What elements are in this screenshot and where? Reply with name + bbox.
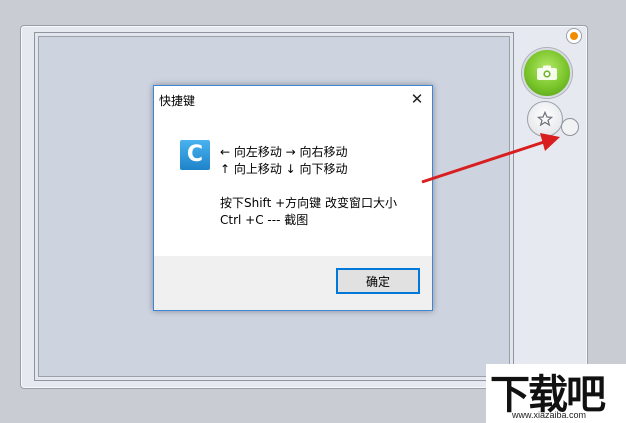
watermark: 下载吧 www.xiazaiba.com bbox=[486, 364, 626, 423]
watermark-url: www.xiazaiba.com bbox=[512, 410, 587, 420]
annotation-arrow bbox=[421, 133, 560, 184]
